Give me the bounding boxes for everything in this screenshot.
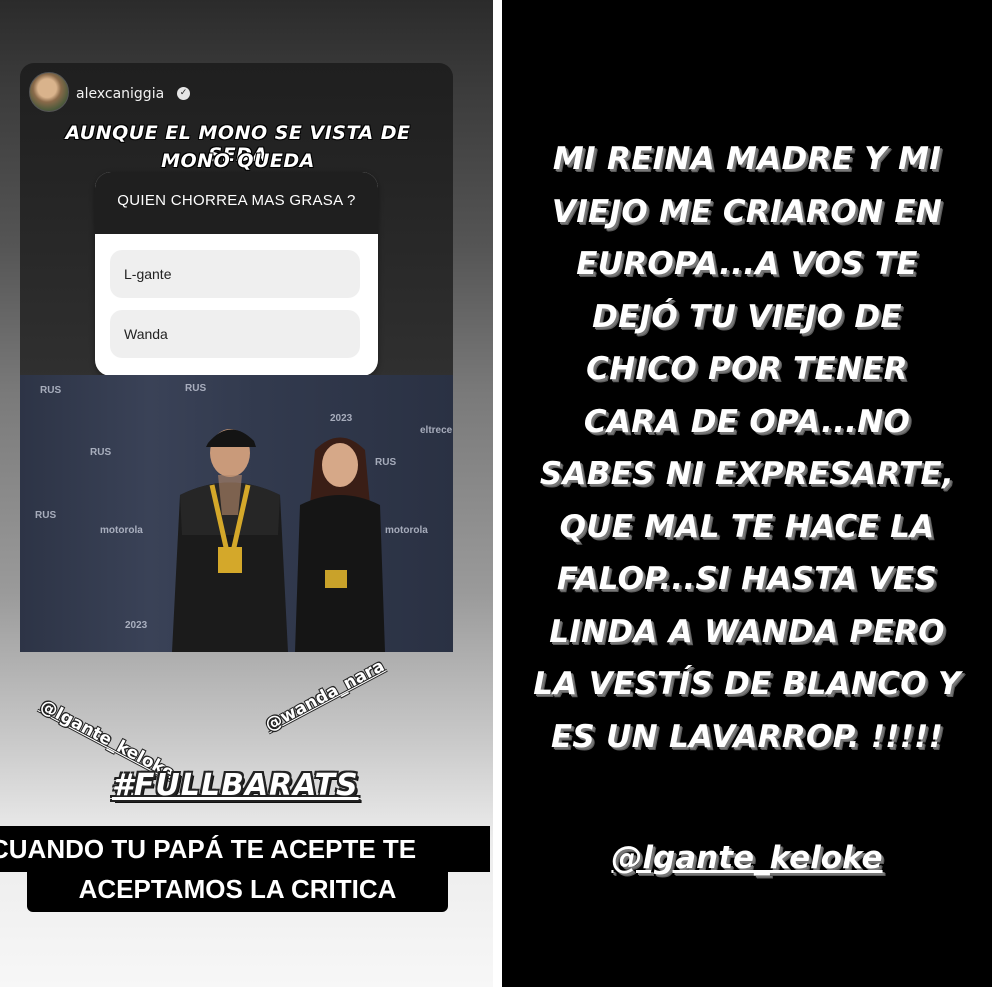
story-text-line: FALOP...SI HASTA VES — [556, 561, 938, 597]
photo-logo: 2023 — [125, 620, 148, 631]
photo-logo: RUS — [40, 385, 62, 396]
caption-line-2: ACEPTAMOS LA CRITICA — [27, 868, 448, 912]
man-figure — [172, 429, 288, 652]
event-photo: RUS RUS RUS RUS RUS motorola motorola el… — [20, 375, 453, 652]
poll-question: QUIEN CHORREA MAS GRASA ? — [117, 192, 356, 209]
poll-option-lgante[interactable]: L-gante — [110, 250, 360, 298]
poll-sticker: QUIEN CHORREA MAS GRASA ? L-gante Wanda — [95, 172, 378, 376]
caption-line-1: CUANDO TU PAPÁ TE ACEPTE TE — [0, 826, 490, 872]
right-story-panel: MI REINA MADRE Y MI VIEJO ME CRIARON EN … — [502, 0, 992, 987]
photo-logo: 2023 — [330, 413, 353, 424]
story-text-line: ES UN LAVARROP. !!!!! — [550, 718, 944, 755]
story-username[interactable]: alexcaniggia — [76, 86, 164, 102]
story-text-line: EUROPA...A VOS TE — [576, 246, 918, 282]
hashtag-sticker[interactable]: #FULLBARATS — [112, 768, 359, 803]
poll-option-wanda[interactable]: Wanda — [110, 310, 360, 358]
story-text-line: VIEJO ME CRIARON EN — [551, 193, 943, 230]
left-story-panel: alexcaniggia ✓ AUNQUE EL MONO SE VISTA D… — [0, 0, 493, 987]
photo-logo: RUS — [185, 383, 207, 394]
story-text-line: CARA DE OPA...NO — [583, 403, 911, 440]
story-text-line: LINDA A WANDA PERO — [549, 613, 945, 650]
quote-line-2: MONO QUEDA — [161, 150, 315, 172]
story-text-line: MI REINA MADRE Y MI — [552, 141, 942, 177]
mention-tag-wanda[interactable]: @wanda_nara — [262, 656, 388, 736]
photo-logo: eltrece — [420, 425, 453, 436]
story-text-block: MI REINA MADRE Y MI VIEJO ME CRIARON EN … — [502, 133, 992, 763]
photo-logo: RUS — [90, 447, 112, 458]
story-text-line: LA VESTÍS DE BLANCO Y — [533, 666, 961, 702]
avatar[interactable] — [29, 72, 69, 112]
panel-divider — [493, 0, 502, 987]
mention-tag-lgante-right[interactable]: @lgante_keloke — [502, 840, 992, 876]
story-text-line: DEJÓ TU VIEJO DE — [592, 298, 902, 335]
photo-logo: RUS — [35, 510, 57, 521]
verified-badge-icon: ✓ — [177, 87, 190, 100]
photo-logo: motorola — [100, 525, 143, 536]
story-text-line: SABES NI EXPRESARTE, — [539, 456, 955, 492]
woman-figure — [295, 437, 385, 652]
story-text-line: CHICO POR TENER — [586, 351, 908, 387]
story-text-line: QUE MAL TE HACE LA — [559, 508, 935, 545]
